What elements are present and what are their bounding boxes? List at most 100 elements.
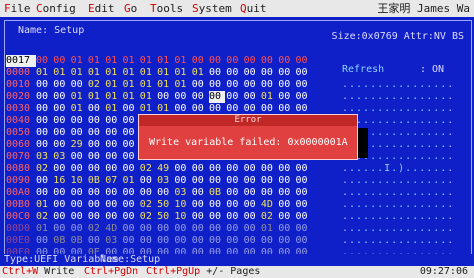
hex-byte[interactable]: 01: [140, 67, 156, 79]
hex-byte[interactable]: 01: [71, 67, 87, 79]
hex-byte[interactable]: 00: [278, 67, 294, 79]
hex-byte[interactable]: 00: [261, 187, 277, 199]
hex-byte[interactable]: 07: [105, 175, 121, 187]
hex-byte[interactable]: 03: [53, 151, 69, 163]
hex-byte[interactable]: 00: [105, 211, 121, 223]
hex-byte[interactable]: 0B: [53, 235, 69, 247]
hex-byte[interactable]: 00: [296, 223, 312, 235]
hex-byte[interactable]: 00: [244, 175, 260, 187]
hex-byte[interactable]: 00: [71, 151, 87, 163]
hex-byte[interactable]: 00: [192, 235, 208, 247]
hex-byte[interactable]: 00: [209, 235, 225, 247]
hex-byte[interactable]: 00: [226, 55, 242, 67]
hex-byte[interactable]: 00: [88, 199, 104, 211]
hex-byte[interactable]: 00: [174, 163, 190, 175]
hex-byte[interactable]: 00: [278, 199, 294, 211]
hex-byte[interactable]: 00: [88, 115, 104, 127]
hex-byte[interactable]: 01: [71, 103, 87, 115]
refresh-label[interactable]: Refresh: [342, 64, 384, 75]
hex-byte[interactable]: 00: [278, 91, 294, 103]
hex-byte[interactable]: 00: [226, 223, 242, 235]
hex-byte[interactable]: 01: [192, 67, 208, 79]
hex-byte[interactable]: 00: [209, 79, 225, 91]
hex-byte[interactable]: 01: [36, 199, 52, 211]
hex-byte[interactable]: 01: [140, 91, 156, 103]
hex-byte[interactable]: 00: [88, 187, 104, 199]
hex-byte[interactable]: 00: [244, 211, 260, 223]
hex-byte[interactable]: 00: [192, 163, 208, 175]
hex-byte[interactable]: 00: [244, 223, 260, 235]
hex-byte[interactable]: 49: [157, 163, 173, 175]
hex-byte[interactable]: 00: [226, 163, 242, 175]
hex-byte[interactable]: 00: [174, 91, 190, 103]
hex-byte[interactable]: 02: [36, 163, 52, 175]
hex-byte[interactable]: 00: [36, 187, 52, 199]
hex-byte[interactable]: 00: [71, 211, 87, 223]
hex-byte[interactable]: 00: [123, 187, 139, 199]
hex-byte[interactable]: 01: [123, 79, 139, 91]
hex-byte[interactable]: 01: [174, 79, 190, 91]
hex-byte[interactable]: 00: [296, 211, 312, 223]
hex-byte[interactable]: 02: [140, 211, 156, 223]
hex-byte[interactable]: 00: [123, 223, 139, 235]
hex-byte[interactable]: 00: [296, 55, 312, 67]
hex-byte[interactable]: 01: [157, 55, 173, 67]
hex-byte[interactable]: 00: [226, 235, 242, 247]
hex-byte[interactable]: 00: [261, 175, 277, 187]
hex-byte[interactable]: 00: [296, 199, 312, 211]
hex-byte[interactable]: 03: [157, 175, 173, 187]
hex-byte[interactable]: 00: [296, 67, 312, 79]
hex-byte[interactable]: 01: [88, 55, 104, 67]
hex-byte[interactable]: 00: [192, 79, 208, 91]
hex-byte[interactable]: 00: [53, 223, 69, 235]
hex-byte[interactable]: 01: [261, 91, 277, 103]
hex-byte[interactable]: 00: [157, 223, 173, 235]
hex-byte[interactable]: 00: [244, 55, 260, 67]
hex-byte[interactable]: 00: [88, 103, 104, 115]
key-hint-write[interactable]: Ctrl+W Write: [2, 266, 74, 278]
hex-byte[interactable]: 00: [71, 79, 87, 91]
hex-byte[interactable]: 00: [209, 223, 225, 235]
hex-byte[interactable]: 00: [174, 235, 190, 247]
hex-byte[interactable]: 01: [174, 67, 190, 79]
hex-byte[interactable]: 00: [36, 139, 52, 151]
hex-byte[interactable]: 00: [123, 139, 139, 151]
hex-byte[interactable]: 00: [140, 175, 156, 187]
hex-byte[interactable]: 00: [71, 187, 87, 199]
hex-byte[interactable]: 00: [296, 175, 312, 187]
hex-byte[interactable]: 00: [296, 235, 312, 247]
hex-byte[interactable]: 00: [53, 91, 69, 103]
menu-system[interactable]: System: [192, 0, 232, 17]
hex-byte[interactable]: 00: [261, 163, 277, 175]
menu-config[interactable]: Config: [36, 0, 76, 17]
hex-byte[interactable]: 00: [71, 115, 87, 127]
hex-byte[interactable]: 01: [105, 79, 121, 91]
hex-byte[interactable]: 00: [261, 67, 277, 79]
hex-byte[interactable]: 00: [244, 199, 260, 211]
hex-byte[interactable]: 01: [71, 91, 87, 103]
hex-byte[interactable]: 50: [157, 211, 173, 223]
hex-byte[interactable]: 00: [226, 67, 242, 79]
hex-byte[interactable]: 10: [174, 211, 190, 223]
hex-byte[interactable]: 01: [123, 91, 139, 103]
hex-byte[interactable]: 00: [105, 151, 121, 163]
hex-byte[interactable]: 0B: [209, 187, 225, 199]
hex-byte[interactable]: 00: [296, 187, 312, 199]
hex-byte[interactable]: 00: [36, 79, 52, 91]
hex-byte[interactable]: 00: [192, 91, 208, 103]
hex-byte[interactable]: 00: [105, 163, 121, 175]
hex-byte[interactable]: 4D: [261, 199, 277, 211]
hex-byte[interactable]: 00: [71, 223, 87, 235]
hex-byte[interactable]: 00: [88, 211, 104, 223]
hex-byte[interactable]: 00: [244, 67, 260, 79]
hex-byte[interactable]: 00: [105, 115, 121, 127]
hex-byte[interactable]: 00: [53, 163, 69, 175]
hex-byte[interactable]: 00: [157, 91, 173, 103]
hex-byte[interactable]: 00: [209, 175, 225, 187]
hex-byte[interactable]: 00: [36, 103, 52, 115]
hex-byte[interactable]: 00: [36, 235, 52, 247]
hex-byte[interactable]: 00: [209, 163, 225, 175]
hex-byte[interactable]: 00: [71, 163, 87, 175]
hex-byte[interactable]: 00: [53, 127, 69, 139]
hex-byte[interactable]: 00: [244, 163, 260, 175]
